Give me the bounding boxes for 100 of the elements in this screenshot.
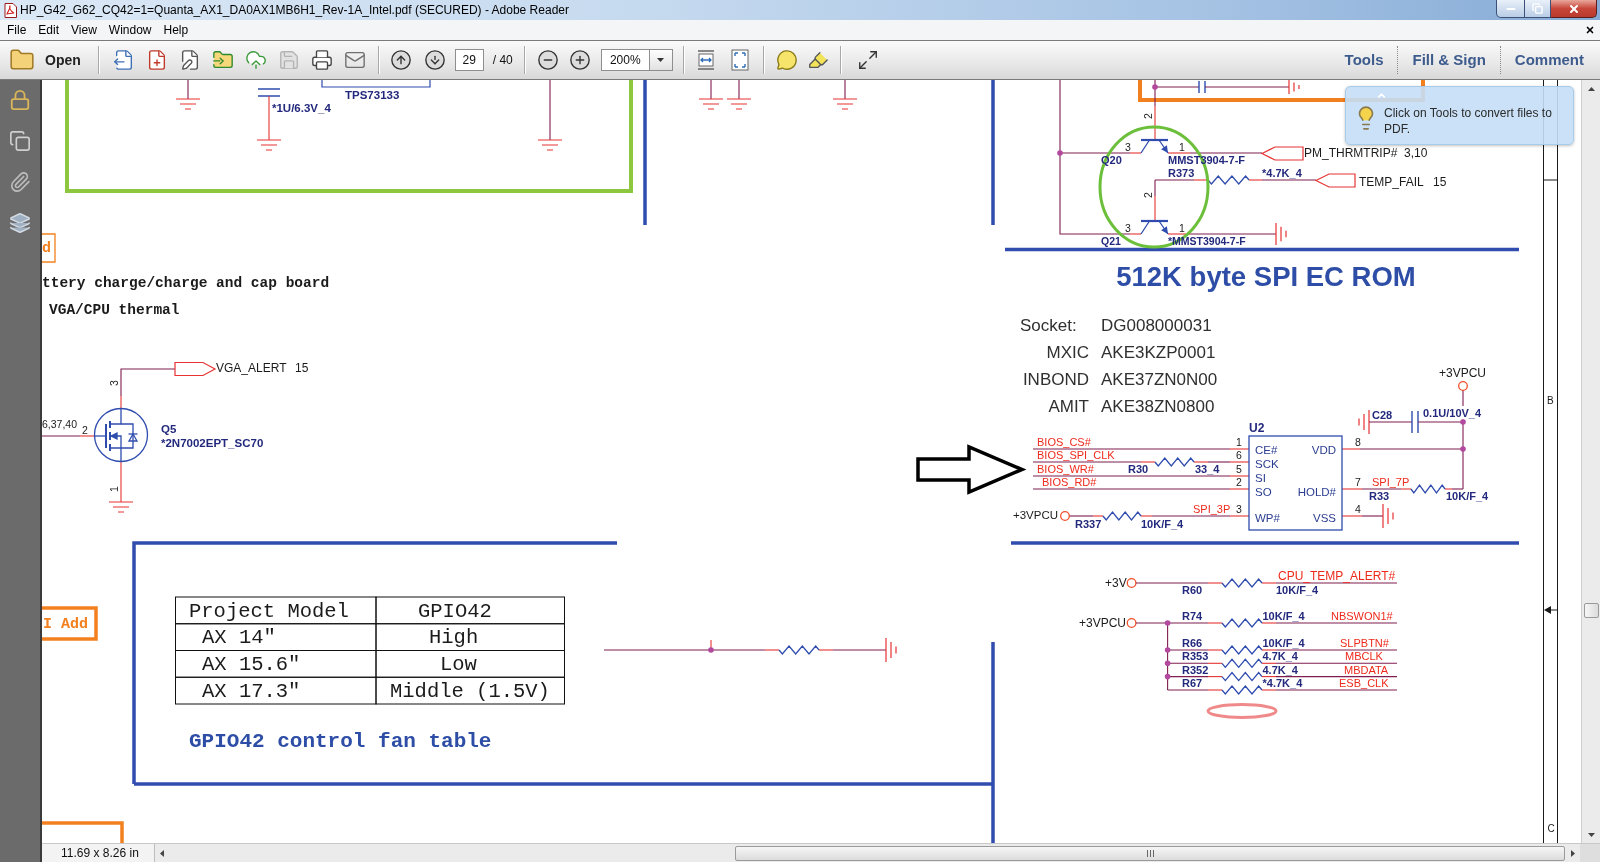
junction-dot-icon bbox=[1460, 446, 1466, 452]
reference-label: R66 bbox=[1182, 637, 1203, 649]
pin-name: SO bbox=[1255, 485, 1272, 498]
table-cell: Low bbox=[375, 650, 565, 678]
scroll-up-icon[interactable] bbox=[1587, 86, 1595, 91]
section-tag: I Add bbox=[42, 606, 98, 641]
menu-item[interactable]: Window bbox=[102, 20, 158, 40]
menu-item[interactable]: Help bbox=[157, 20, 195, 40]
ground-icon bbox=[537, 139, 563, 151]
net-label: TEMP_FAIL bbox=[1359, 174, 1424, 189]
layers-icon[interactable] bbox=[9, 212, 31, 234]
minus-circle-icon[interactable] bbox=[536, 49, 559, 71]
section-title: 512K byte SPI EC ROM bbox=[1116, 261, 1416, 292]
zone-label: B bbox=[1547, 395, 1554, 406]
menu-item[interactable]: Edit bbox=[32, 20, 66, 40]
reference-label: Q21 bbox=[1101, 235, 1121, 248]
junction-dot-icon bbox=[1460, 419, 1466, 425]
value-label: 33_4 bbox=[1195, 463, 1220, 475]
expand-arrows-icon[interactable] bbox=[856, 49, 879, 71]
reference-label: R352 bbox=[1182, 663, 1209, 676]
scrollbar-thumb[interactable] bbox=[1583, 603, 1599, 618]
table-cell: AX 14" bbox=[175, 623, 377, 651]
open-button[interactable]: Open bbox=[9, 45, 81, 75]
lock-icon[interactable] bbox=[9, 89, 31, 111]
scroll-down-icon[interactable] bbox=[1587, 832, 1595, 837]
pin-number: 5 bbox=[1236, 463, 1242, 475]
reference-label: R353 bbox=[1182, 650, 1209, 663]
pane-button[interactable]: Tools bbox=[1330, 45, 1398, 75]
menu-item[interactable]: View bbox=[65, 20, 103, 40]
scrollbar-thumb[interactable] bbox=[735, 845, 1565, 861]
pin-number: 3 bbox=[1125, 140, 1131, 153]
terminal-ring-icon bbox=[1126, 578, 1137, 588]
note-text: VGA/CPU thermal bbox=[49, 301, 180, 318]
value-label: *4.7K_4 bbox=[1262, 677, 1303, 689]
paperclip-icon[interactable] bbox=[9, 171, 31, 193]
resistor-icon bbox=[1221, 578, 1263, 588]
zoom-field[interactable]: 200% bbox=[600, 49, 649, 71]
printer-icon[interactable] bbox=[310, 49, 333, 71]
tooltip-text: Click on Tools to convert files to PDF. bbox=[1384, 105, 1553, 137]
ground-icon bbox=[1288, 80, 1300, 95]
pin-number: 6 bbox=[1236, 449, 1242, 461]
pane-button[interactable]: Comment bbox=[1500, 45, 1598, 75]
folder-arrow-icon[interactable] bbox=[211, 49, 234, 71]
pin-name: SI bbox=[1255, 471, 1266, 484]
ground-icon bbox=[1382, 503, 1394, 529]
menu-item[interactable]: File bbox=[1, 20, 33, 40]
junction-dot-icon bbox=[1164, 647, 1171, 653]
close-icon[interactable] bbox=[1585, 25, 1595, 35]
plus-circle-icon[interactable] bbox=[568, 49, 591, 71]
page-corners-icon[interactable] bbox=[729, 49, 750, 71]
section-tag: d bbox=[42, 233, 56, 263]
wire bbox=[187, 80, 189, 100]
pin-name: VSS bbox=[1313, 511, 1336, 524]
restore-button[interactable] bbox=[1525, 0, 1551, 18]
terminal-ring-icon bbox=[1458, 381, 1468, 391]
envelope-icon[interactable] bbox=[343, 49, 366, 71]
ground-icon bbox=[726, 98, 752, 110]
table-header-cell: Project Model bbox=[175, 596, 377, 625]
page-arrows-icon[interactable] bbox=[695, 49, 716, 71]
close-button[interactable] bbox=[1551, 0, 1597, 18]
vendor-label: Socket: bbox=[1020, 316, 1077, 335]
net-label: PM_THRMTRIP# bbox=[1304, 146, 1398, 160]
table-caption: GPIO42 control fan table bbox=[189, 730, 492, 753]
wire bbox=[710, 80, 712, 100]
highlighter-icon[interactable] bbox=[806, 49, 829, 71]
page-number-field[interactable]: 29 bbox=[454, 49, 484, 71]
transistor-icon bbox=[1140, 138, 1169, 154]
junction-dot-icon bbox=[1152, 84, 1158, 90]
table-cell: AX 17.3" bbox=[175, 676, 377, 705]
pin-number: 2 bbox=[1142, 113, 1154, 119]
net-label: BIOS_WR# bbox=[1037, 463, 1094, 475]
net-label: VGA_ALERT bbox=[216, 361, 287, 375]
scroll-left-icon[interactable] bbox=[159, 849, 164, 857]
junction-dot-icon bbox=[1164, 673, 1171, 680]
value-label: *1U/6.3V_4 bbox=[272, 101, 331, 114]
pin-number: 2 bbox=[1142, 192, 1154, 198]
net-label: BIOS_RD# bbox=[1042, 476, 1097, 488]
value-label: 10K/F_4 bbox=[1446, 490, 1489, 502]
pin-name: HOLD# bbox=[1297, 485, 1336, 498]
file-arrow-icon[interactable] bbox=[112, 49, 135, 71]
pane-button[interactable]: Fill & Sign bbox=[1398, 45, 1500, 75]
zoom-dropdown-button[interactable] bbox=[648, 49, 673, 71]
minimize-button[interactable] bbox=[1496, 0, 1525, 18]
pin-number: 1 bbox=[107, 486, 120, 492]
net-label: ESB_CLK bbox=[1339, 677, 1389, 689]
capacitor-icon bbox=[257, 88, 281, 97]
restore-icon bbox=[1532, 3, 1543, 14]
net-label: MBDATA bbox=[1344, 663, 1389, 676]
resistor-icon bbox=[1154, 456, 1195, 468]
resistor-icon bbox=[1221, 618, 1263, 628]
scroll-right-icon[interactable] bbox=[1571, 849, 1575, 857]
net-label: CPU_TEMP_ALERT# bbox=[1278, 569, 1396, 583]
pages-icon[interactable] bbox=[9, 130, 31, 152]
reference-label: R60 bbox=[1182, 584, 1203, 596]
transistor-icon bbox=[1140, 219, 1169, 235]
cloud-upload-icon[interactable] bbox=[244, 49, 267, 71]
speech-bubble-icon[interactable] bbox=[775, 49, 798, 71]
resistor-icon bbox=[1207, 175, 1250, 185]
annotation-ellipse bbox=[1206, 703, 1278, 719]
reference-label: R74 bbox=[1182, 610, 1203, 622]
